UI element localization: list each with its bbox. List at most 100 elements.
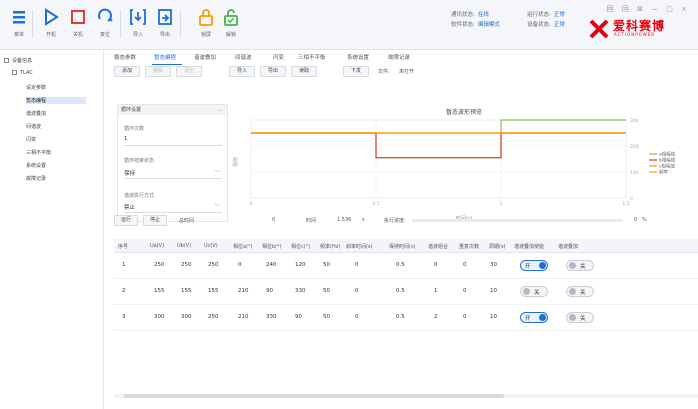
cell[interactable]: 0.5: [396, 288, 405, 294]
power-off-button[interactable]: 关机: [63, 7, 93, 38]
tab-flicker[interactable]: 闪变: [273, 53, 284, 61]
column-header: 谐波叠加使能: [514, 244, 545, 250]
cell[interactable]: 30: [490, 262, 497, 268]
tree-root[interactable]: 设备信息: [4, 57, 32, 64]
tab-faults[interactable]: 故障记录: [388, 53, 410, 61]
cell[interactable]: 120: [295, 262, 306, 268]
scrollbar-thumb[interactable]: [124, 394, 504, 398]
tree-item-faults[interactable]: 故障记录: [26, 175, 46, 182]
panel-header[interactable]: 循环设置 ︿: [118, 105, 227, 115]
status-group-right: 运行状态: 正常 设备状态: 正常: [527, 10, 565, 30]
tree-item-interharmonics[interactable]: 间谐波: [26, 123, 41, 130]
enable-toggle[interactable]: 开: [520, 312, 548, 323]
tab-steady[interactable]: 稳态参数: [114, 53, 136, 61]
cell[interactable]: 300: [181, 314, 192, 320]
cell[interactable]: 330: [295, 288, 306, 294]
cell[interactable]: 90: [295, 314, 302, 320]
cell[interactable]: 0: [463, 262, 467, 268]
stop-button[interactable]: 停止: [143, 215, 167, 226]
cell[interactable]: 330: [266, 314, 277, 320]
overlay-toggle[interactable]: 关: [566, 286, 594, 297]
cell[interactable]: 2: [434, 314, 438, 320]
cell[interactable]: 250: [208, 314, 219, 320]
cell[interactable]: 155: [154, 288, 165, 294]
cell[interactable]: 0: [434, 262, 438, 268]
cell[interactable]: 50: [323, 314, 330, 320]
tree-item-harmonics[interactable]: 谐波叠加: [26, 110, 46, 117]
cell[interactable]: 0: [355, 314, 359, 320]
tab-unbalance[interactable]: 三相不平衡: [298, 53, 326, 61]
overlay-toggle[interactable]: 关: [566, 312, 594, 323]
tree-item-settings[interactable]: 设定参数: [26, 84, 46, 91]
cell[interactable]: 300: [154, 314, 165, 320]
cell[interactable]: 0: [355, 262, 359, 268]
table-row[interactable]: 2 155 155 155 210 90 330 50 0 0.5 1 0 10…: [114, 279, 698, 305]
tree-item-flicker[interactable]: 闪变: [26, 136, 36, 143]
cycle-count-value: 1: [124, 136, 128, 142]
cell[interactable]: 210: [238, 314, 249, 320]
tree-device[interactable]: TLAC: [12, 70, 33, 76]
cell[interactable]: 10: [490, 314, 497, 320]
enable-toggle[interactable]: 开: [520, 260, 548, 271]
tree-item-unbalance[interactable]: 三相不平衡: [26, 149, 51, 156]
end-state-select[interactable]: 保持 ﹀: [124, 169, 222, 179]
tree-item-system[interactable]: 系统设置: [26, 162, 46, 169]
tab-transient[interactable]: 暂态编程: [154, 53, 176, 61]
enable-toggle[interactable]: 关: [520, 286, 548, 297]
cell[interactable]: 240: [266, 262, 277, 268]
cell[interactable]: 1: [434, 288, 438, 294]
export-table-button[interactable]: 导出: [260, 66, 286, 77]
collapse-icon[interactable]: [4, 58, 9, 63]
column-header: Uc(V): [204, 243, 218, 249]
add-button[interactable]: 添加: [114, 66, 140, 77]
cell[interactable]: 0.5: [396, 262, 405, 268]
horizontal-scrollbar[interactable]: [114, 394, 698, 398]
cycle-count-input[interactable]: 1: [124, 136, 222, 146]
run-button[interactable]: 运行: [114, 215, 138, 226]
cell[interactable]: 250: [208, 262, 219, 268]
tab-harmonics[interactable]: 谐波叠加: [194, 53, 216, 61]
collapse-icon[interactable]: [12, 70, 17, 75]
tab-interharmonics[interactable]: 间谐波: [235, 53, 252, 61]
import-button[interactable]: 导入: [123, 7, 153, 38]
window-controls[interactable]: 回 回 ⊠ — □ ×: [607, 4, 690, 14]
power-on-button[interactable]: 开机: [36, 7, 66, 38]
import-table-button[interactable]: 导入: [229, 66, 255, 77]
series-line: [251, 132, 626, 159]
menu-label: 菜单: [13, 32, 24, 38]
export-button[interactable]: 导出: [150, 7, 180, 38]
cell[interactable]: 210: [238, 288, 249, 294]
cell[interactable]: 10: [490, 288, 497, 294]
cycle-settings-panel: 循环设置 ︿ 循环次数 1 循环结束状态 保持 ﹀ 谐波执行方式 禁止 ﹀: [117, 104, 228, 222]
overlay-toggle[interactable]: 关: [566, 260, 594, 271]
table-row[interactable]: 3 300 300 250 210 330 90 50 0 0.5 2 0 10…: [114, 305, 698, 331]
delete-button[interactable]: 删除: [145, 66, 171, 77]
cell[interactable]: 0: [238, 262, 242, 268]
progress-percent: 0: [634, 217, 638, 223]
tab-system[interactable]: 系统设置: [347, 53, 369, 61]
cell[interactable]: 90: [266, 288, 273, 294]
unlock-button[interactable]: 解锁: [216, 7, 246, 38]
cell[interactable]: 155: [208, 288, 219, 294]
send-button[interactable]: 下发: [343, 66, 369, 77]
unlock-icon: [224, 9, 238, 26]
cell[interactable]: 0: [463, 288, 467, 294]
cell[interactable]: 0: [355, 288, 359, 294]
menu-button[interactable]: 菜单: [4, 7, 34, 38]
tree-item-transient[interactable]: 暂态编程: [26, 97, 86, 104]
clear-button[interactable]: 清空: [176, 66, 202, 77]
cell[interactable]: 50: [323, 262, 330, 268]
chevron-down-icon: ﹀: [214, 205, 220, 211]
chevron-up-icon[interactable]: ︿: [218, 105, 223, 115]
run-bar: 运行 停止 总时间 0 时间 1.536 s 执行进度: 0 %: [114, 215, 698, 227]
cell[interactable]: 155: [181, 288, 192, 294]
harmonic-mode-select[interactable]: 禁止 ﹀: [124, 203, 222, 213]
table-row[interactable]: 1 250 250 250 0 240 120 50 0 0.5 0 0 30 …: [114, 253, 698, 279]
cell[interactable]: 0: [463, 314, 467, 320]
cell[interactable]: 250: [154, 262, 165, 268]
cell[interactable]: 250: [181, 262, 192, 268]
cell[interactable]: 50: [323, 288, 330, 294]
reset-button[interactable]: 复位: [90, 7, 120, 38]
cell[interactable]: 0.5: [396, 314, 405, 320]
read-button[interactable]: 读取: [291, 66, 317, 77]
